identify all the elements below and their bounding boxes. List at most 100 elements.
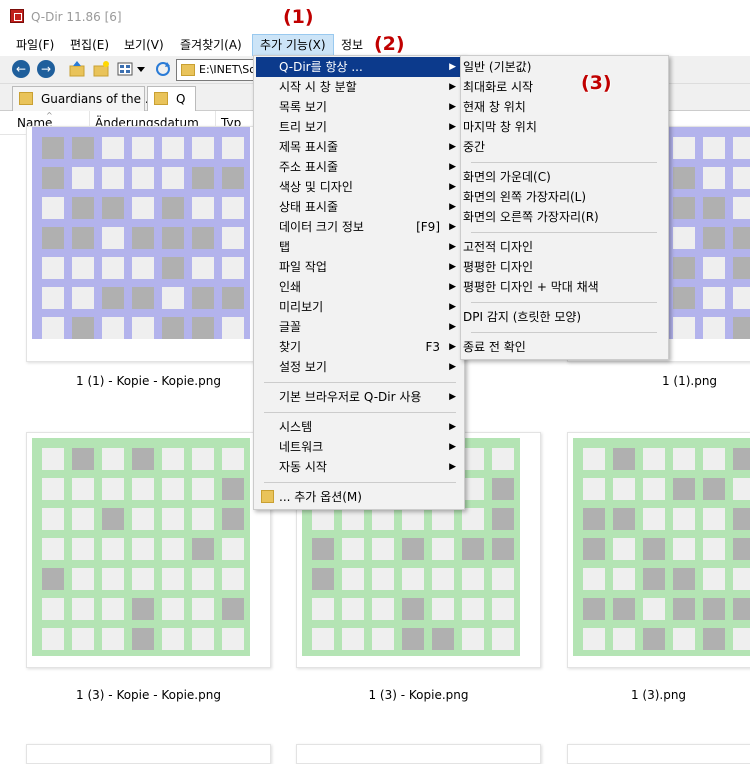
pixel-cell bbox=[583, 508, 605, 530]
menu-separator bbox=[471, 232, 657, 233]
tab-q[interactable]: Q bbox=[147, 86, 196, 111]
menu-edit[interactable]: 편집(E) bbox=[63, 34, 116, 56]
menu-item-always[interactable]: Q-Dir를 항상 ... ▶ bbox=[256, 57, 462, 77]
thumbnail-6[interactable] bbox=[26, 744, 271, 764]
pixel-cell bbox=[342, 628, 364, 650]
menu-item-system[interactable]: 시스템 ▶ bbox=[256, 417, 462, 437]
pixel-cell bbox=[72, 448, 94, 470]
app-icon bbox=[10, 9, 24, 23]
menu-item-data-size[interactable]: 데이터 크기 정보 [F9] ▶ bbox=[256, 217, 462, 237]
menu-item-status-bar[interactable]: 상태 표시줄 ▶ bbox=[256, 197, 462, 217]
pixel-cell bbox=[162, 538, 184, 560]
pixel-cell bbox=[132, 287, 154, 309]
pixel-cell bbox=[162, 478, 184, 500]
pixel-cell bbox=[703, 508, 725, 530]
submenu-item-right-edge[interactable]: 화면의 오른쪽 가장자리(R) bbox=[463, 207, 666, 227]
pixel-cell bbox=[192, 167, 214, 189]
pixel-cell bbox=[192, 257, 214, 279]
menu-item-tabs[interactable]: 탭 ▶ bbox=[256, 237, 462, 257]
menu-item-address-bar[interactable]: 주소 표시줄 ▶ bbox=[256, 157, 462, 177]
thumbnail-image bbox=[573, 438, 750, 656]
menu-item-list-view[interactable]: 목록 보기 ▶ bbox=[256, 97, 462, 117]
menu-item-tree-view[interactable]: 트리 보기 ▶ bbox=[256, 117, 462, 137]
menu-item-more-options[interactable]: ... 추가 옵션(M) bbox=[256, 487, 462, 507]
menu-item-font[interactable]: 글꼴 ▶ bbox=[256, 317, 462, 337]
pixel-cell bbox=[372, 568, 394, 590]
submenu-item-screen-center[interactable]: 화면의 가운데(C) bbox=[463, 167, 666, 187]
menu-file[interactable]: 파일(F) bbox=[9, 34, 61, 56]
pixel-cell bbox=[132, 598, 154, 620]
menu-item-file-ops[interactable]: 파일 작업 ▶ bbox=[256, 257, 462, 277]
submenu-item-last-position[interactable]: 마지막 창 위치 bbox=[463, 117, 666, 137]
pixel-cell bbox=[222, 568, 244, 590]
refresh-icon[interactable] bbox=[154, 60, 172, 78]
submenu-item-dpi[interactable]: DPI 감지 (흐릿한 모양) bbox=[463, 307, 666, 327]
annotation-1: (1) bbox=[283, 6, 314, 28]
tab-label: Guardians of the ... bbox=[41, 92, 157, 106]
pixel-cell bbox=[372, 508, 394, 530]
menu-favorites[interactable]: 즐겨찾기(A) bbox=[173, 34, 249, 56]
submenu-item-center[interactable]: 중간 bbox=[463, 137, 666, 157]
pixel-cell bbox=[733, 508, 750, 530]
menu-item-preview[interactable]: 미리보기 ▶ bbox=[256, 297, 462, 317]
submenu-item-current-position[interactable]: 현재 창 위치 bbox=[463, 97, 666, 117]
submenu-item-left-edge[interactable]: 화면의 왼쪽 가장자리(L) bbox=[463, 187, 666, 207]
menu-item-find[interactable]: 찾기 F3 ▶ bbox=[256, 337, 462, 357]
annotation-2: (2) bbox=[374, 33, 405, 55]
submenu-item-flat-colored[interactable]: 평평한 디자인 + 막대 채색 bbox=[463, 277, 666, 297]
menu-extras[interactable]: 추가 기능(X) bbox=[252, 34, 334, 56]
pixel-cell bbox=[432, 598, 454, 620]
new-folder-icon[interactable] bbox=[92, 60, 110, 78]
menu-item-colors[interactable]: 색상 및 디자인 ▶ bbox=[256, 177, 462, 197]
menu-item-default-browser[interactable]: 기본 브라우저로 Q-Dir 사용 ▶ bbox=[256, 387, 462, 407]
submenu-arrow-icon: ▶ bbox=[449, 302, 456, 312]
pixel-cell bbox=[673, 448, 695, 470]
submenu-arrow-icon: ▶ bbox=[449, 322, 456, 332]
thumbnail-caption: 1 (3).png bbox=[630, 688, 687, 702]
thumbnail-5[interactable] bbox=[567, 432, 750, 668]
thumbnail-8[interactable] bbox=[567, 744, 750, 764]
pixel-cell bbox=[132, 317, 154, 339]
pixel-cell bbox=[72, 508, 94, 530]
menu-item-print[interactable]: 인쇄 ▶ bbox=[256, 277, 462, 297]
menu-item-view-settings[interactable]: 설정 보기 ▶ bbox=[256, 357, 462, 377]
pixel-cell bbox=[462, 598, 484, 620]
title-bar: Q-Dir 11.86 [6] bbox=[0, 0, 750, 34]
pixel-cell bbox=[132, 197, 154, 219]
pixel-cell bbox=[132, 137, 154, 159]
menu-info[interactable]: 정보 bbox=[334, 34, 370, 56]
folder-up-icon[interactable] bbox=[68, 60, 86, 78]
pixel-cell bbox=[192, 508, 214, 530]
submenu-arrow-icon: ▶ bbox=[449, 202, 456, 212]
thumbnail-3[interactable] bbox=[26, 432, 271, 668]
menu-item-split[interactable]: 시작 시 창 분할 ▶ bbox=[256, 77, 462, 97]
back-arrow-icon[interactable]: ← bbox=[12, 60, 30, 78]
pixel-cell bbox=[222, 257, 244, 279]
tab-guardians[interactable]: Guardians of the ... bbox=[12, 86, 156, 111]
pixel-cell bbox=[673, 287, 695, 309]
submenu-item-maximized[interactable]: 최대화로 시작 bbox=[463, 77, 666, 97]
view-mode-icon[interactable] bbox=[117, 60, 147, 78]
pixel-cell bbox=[162, 508, 184, 530]
menu-view[interactable]: 보기(V) bbox=[117, 34, 171, 56]
pixel-cell bbox=[162, 568, 184, 590]
pixel-cell bbox=[733, 287, 750, 309]
pixel-cell bbox=[72, 478, 94, 500]
forward-arrow-icon[interactable]: → bbox=[37, 60, 55, 78]
pixel-cell bbox=[583, 598, 605, 620]
submenu-item-normal[interactable]: 일반 (기본값) bbox=[463, 57, 666, 77]
address-bar[interactable]: E:\INET\So bbox=[176, 59, 256, 81]
thumbnail-7[interactable] bbox=[296, 744, 541, 764]
submenu-item-flat-design[interactable]: 평평한 디자인 bbox=[463, 257, 666, 277]
pixel-cell bbox=[673, 478, 695, 500]
pixel-cell bbox=[462, 448, 484, 470]
menu-item-network[interactable]: 네트워크 ▶ bbox=[256, 437, 462, 457]
pixel-cell bbox=[613, 448, 635, 470]
thumbnail-1[interactable] bbox=[26, 126, 271, 362]
menu-item-autostart[interactable]: 자동 시작 ▶ bbox=[256, 457, 462, 477]
pixel-cell bbox=[673, 167, 695, 189]
submenu-item-classic-design[interactable]: 고전적 디자인 bbox=[463, 237, 666, 257]
menu-item-title-bar[interactable]: 제목 표시줄 ▶ bbox=[256, 137, 462, 157]
pixel-cell bbox=[102, 598, 124, 620]
submenu-item-confirm-exit[interactable]: 종료 전 확인 bbox=[463, 337, 666, 357]
